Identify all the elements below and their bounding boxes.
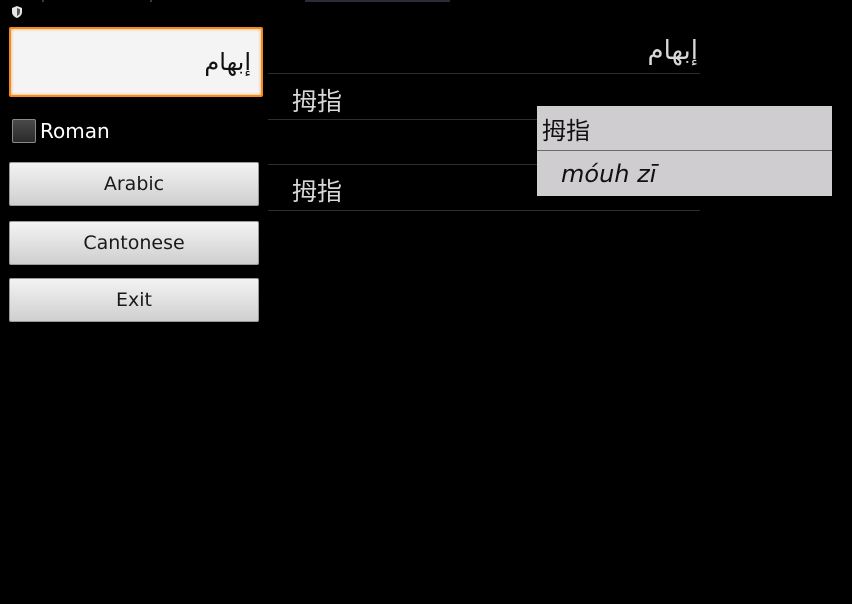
roman-checkbox[interactable]	[12, 119, 36, 143]
roman-checkbox-row[interactable]: Roman	[12, 117, 110, 145]
status-tick	[150, 0, 152, 2]
status-tick	[305, 0, 450, 2]
row-divider	[268, 73, 700, 74]
roman-checkbox-label: Roman	[40, 119, 110, 143]
result-header: إبهام	[647, 36, 698, 66]
translation-popup: 拇指 móuh zī	[537, 106, 832, 196]
result-row-chinese[interactable]: 拇指	[292, 172, 342, 208]
popup-romanization-text: móuh zī	[561, 160, 657, 188]
status-bar	[0, 0, 852, 24]
popup-chinese-text: 拇指	[542, 116, 590, 145]
arabic-button[interactable]: Arabic	[9, 162, 259, 206]
popup-chinese-row[interactable]: 拇指	[537, 106, 832, 150]
exit-button[interactable]: Exit	[9, 278, 259, 322]
result-row-chinese[interactable]: 拇指	[292, 82, 342, 118]
popup-romanization-row[interactable]: móuh zī	[537, 152, 832, 196]
status-tick	[42, 0, 44, 2]
search-input[interactable]	[9, 27, 263, 97]
cantonese-button[interactable]: Cantonese	[9, 221, 259, 265]
shield-icon	[12, 6, 22, 18]
popup-divider	[537, 150, 832, 151]
row-divider	[268, 210, 700, 211]
